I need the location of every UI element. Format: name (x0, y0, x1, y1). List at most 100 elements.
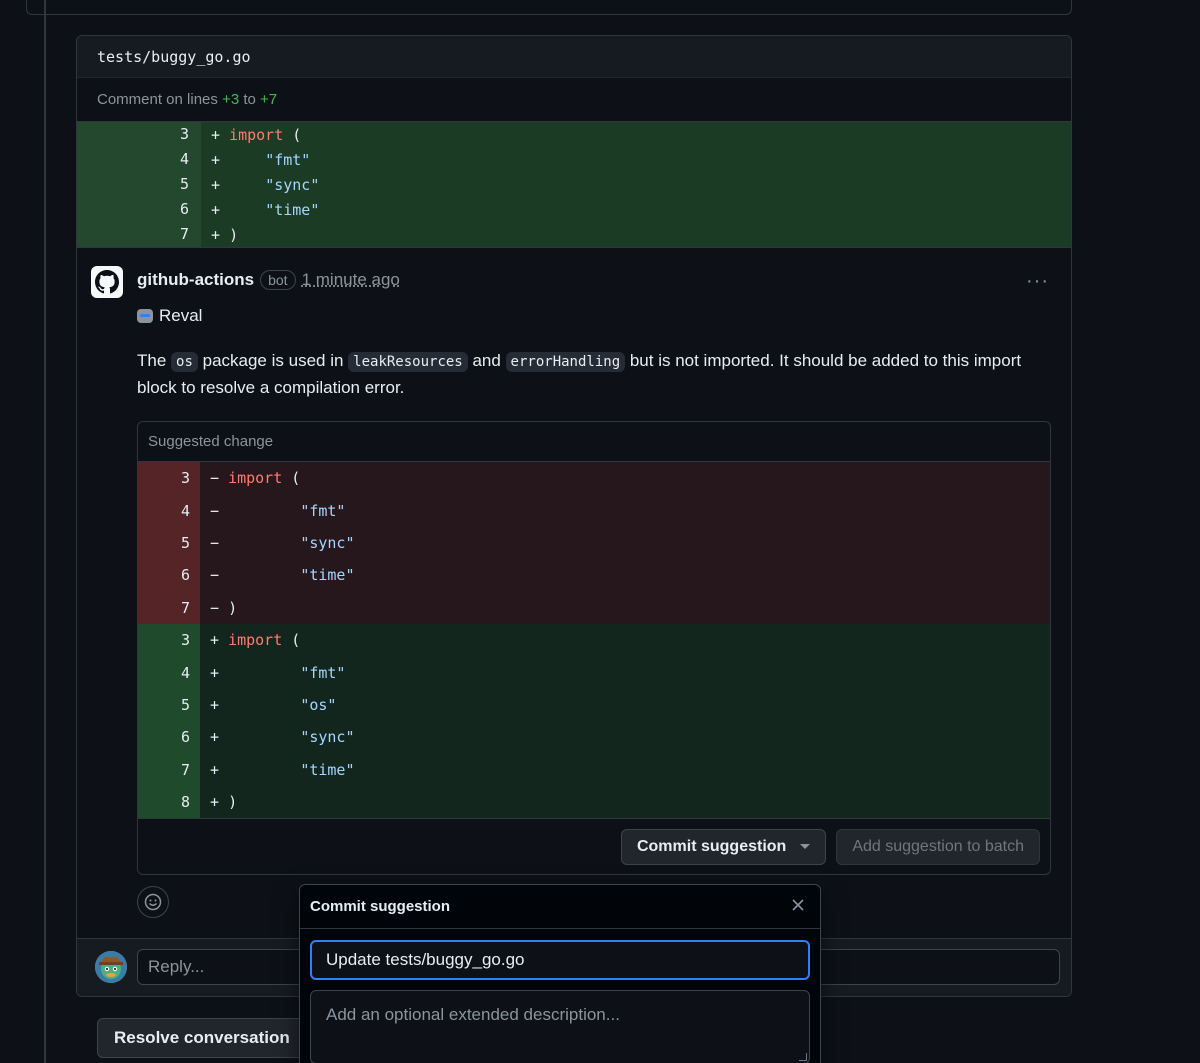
comment-range-end: +7 (260, 91, 278, 108)
commit-description-placeholder: Add an optional extended description... (326, 1005, 620, 1024)
line-number[interactable]: 5 (138, 688, 200, 722)
close-icon[interactable] (790, 897, 806, 913)
diff-sign: + (210, 793, 229, 812)
line-number[interactable]: 4 (77, 147, 201, 172)
review-thread-card: tests/buggy_go.go Comment on lines +3 to… (76, 35, 1072, 997)
line-number[interactable]: 6 (138, 721, 200, 754)
resize-handle[interactable] (799, 1053, 807, 1061)
commit-message-input[interactable]: Update tests/buggy_go.go (310, 940, 810, 980)
popover-header: Commit suggestion (300, 885, 820, 929)
line-number[interactable]: 6 (138, 559, 200, 592)
file-path[interactable]: tests/buggy_go.go (97, 48, 251, 66)
review-comment: github-actions bot 1 minute ago ··· Reva… (77, 247, 1071, 918)
code-token: "sync" (300, 728, 355, 747)
bot-avatar[interactable] (91, 266, 123, 298)
code-token: "fmt" (300, 501, 346, 520)
code-line: − "time" (200, 566, 355, 584)
code-token: "time" (300, 566, 355, 585)
diff-sign: + (210, 728, 229, 747)
code-line: + "fmt" (200, 664, 345, 682)
diff-sign: + (211, 225, 230, 244)
diff-sign: + (210, 663, 229, 682)
code-token: "os" (300, 695, 337, 714)
code-token: ) (228, 793, 238, 812)
commit-suggestion-label: Commit suggestion (636, 837, 787, 855)
context-diff-row: 3 + import ( (77, 122, 1071, 147)
suggested-change-box: Suggested change 3− import (4− "fmt" 5− "… (137, 421, 1051, 875)
comment-range: Comment on lines +3 to +7 (77, 78, 1071, 122)
added-line-row: 4 + "fmt" (138, 656, 1050, 689)
line-number[interactable]: 8 (138, 785, 200, 819)
user-avatar-image (95, 951, 127, 983)
add-to-batch-button[interactable]: Add suggestion to batch (836, 828, 1040, 865)
comment-text-segment: The (137, 351, 172, 370)
diff-sign: + (211, 150, 230, 169)
code-line: − import ( (200, 469, 300, 487)
timeline-line (44, 0, 46, 1063)
code-line: + ) (201, 226, 238, 244)
removed-line-row: 3− import ( (138, 462, 1050, 495)
removed-line-row: 6− "time" (138, 559, 1050, 592)
line-number[interactable]: 3 (138, 623, 200, 657)
added-line-row: 7 + "time" (138, 753, 1050, 786)
line-number[interactable]: 6 (77, 197, 201, 222)
code-token: import (229, 125, 284, 144)
line-number[interactable]: 4 (138, 494, 200, 527)
code-line: − "fmt" (200, 502, 345, 520)
code-token: ) (228, 598, 238, 617)
context-diff-row: 5 + "sync" (77, 172, 1071, 197)
code-token: "sync" (265, 175, 320, 194)
diff-sign: + (210, 695, 229, 714)
line-number[interactable]: 5 (77, 172, 201, 197)
removed-line-row: 5− "sync" (138, 526, 1050, 560)
code-token: "sync" (300, 533, 355, 552)
comment-menu-button[interactable]: ··· (1026, 270, 1049, 293)
added-line-row: 3 + import ( (138, 623, 1050, 657)
added-line-row: 6 + "sync" (138, 721, 1050, 754)
context-diff-row: 4 + "fmt" (77, 147, 1071, 172)
line-number[interactable]: 7 (77, 222, 201, 247)
added-line-row: 5 + "os" (138, 688, 1050, 722)
bot-badge: bot (260, 270, 296, 290)
line-number[interactable]: 4 (138, 656, 200, 689)
previous-thread-box (26, 0, 1072, 15)
comment-timestamp[interactable]: 1 minute ago (302, 270, 400, 290)
diff-sign: − (210, 533, 229, 552)
commit-suggestion-button[interactable]: Commit suggestion (620, 828, 827, 865)
inline-code: errorHandling (505, 352, 626, 372)
diff-sign: − (210, 598, 229, 617)
robot-icon (137, 309, 153, 323)
line-number[interactable]: 3 (138, 462, 200, 495)
add-reaction-button[interactable] (137, 886, 169, 918)
diff-sign: + (210, 631, 229, 650)
line-number[interactable]: 3 (77, 122, 201, 147)
author-name[interactable]: github-actions (137, 270, 254, 290)
resolve-conversation-button[interactable]: Resolve conversation (97, 1018, 307, 1058)
commit-description-textarea[interactable]: Add an optional extended description... (310, 990, 810, 1063)
file-path-header[interactable]: tests/buggy_go.go (77, 36, 1071, 78)
code-token: ( (282, 469, 301, 488)
line-number[interactable]: 5 (138, 526, 200, 560)
github-icon (95, 270, 119, 294)
code-line: + import ( (200, 631, 300, 649)
code-token: import (228, 631, 283, 650)
line-number[interactable]: 7 (138, 753, 200, 786)
line-number[interactable]: 7 (138, 591, 200, 624)
comment-header: github-actions bot 1 minute ago (137, 270, 400, 290)
caret-down-icon (800, 844, 811, 849)
code-line: − ) (200, 599, 237, 617)
diff-sign: − (210, 566, 229, 585)
user-avatar[interactable] (95, 951, 127, 983)
code-token: "fmt" (300, 663, 346, 682)
code-line: − "sync" (200, 534, 355, 552)
diff-sign: + (211, 175, 230, 194)
comment-range-prefix: Comment on lines (97, 91, 218, 108)
